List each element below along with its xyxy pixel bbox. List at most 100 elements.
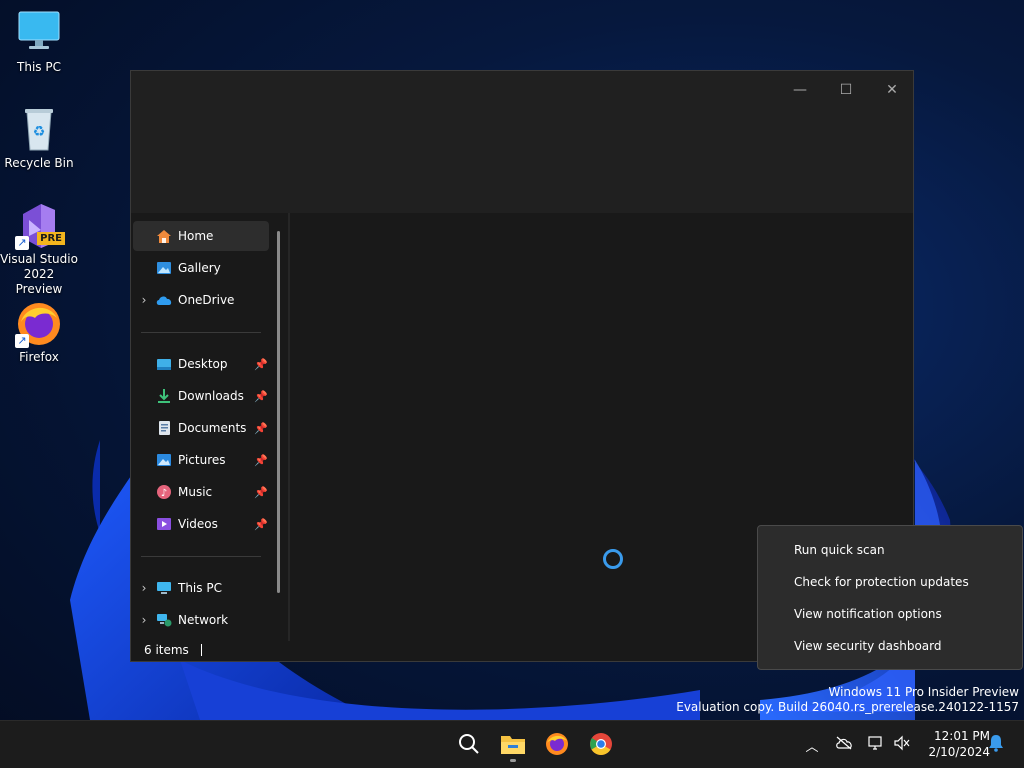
nav-item-label: Videos [178, 517, 218, 531]
downloads-icon [155, 388, 173, 404]
desktop-icon-label: Recycle Bin [4, 156, 74, 170]
pin-icon[interactable]: 📌 [253, 486, 269, 499]
onedrive-icon [155, 292, 173, 308]
gallery-icon [155, 260, 173, 276]
watermark-line-2: Evaluation copy. Build 26040.rs_prerelea… [676, 700, 1019, 714]
cloud-offline-icon [835, 736, 853, 754]
menu-item-check-updates[interactable]: Check for protection updates [758, 566, 1022, 598]
watermark-line-1: Windows 11 Pro Insider Preview [828, 685, 1019, 699]
menu-item-notification-options[interactable]: View notification options [758, 598, 1022, 630]
recycle-bin-icon: ♻ [15, 106, 63, 154]
nav-item-label: Gallery [178, 261, 221, 275]
nav-item-label: This PC [178, 581, 222, 595]
svg-text:♻: ♻ [33, 124, 46, 140]
pre-badge: PRE [37, 232, 65, 245]
visual-studio-icon: PRE ↗ [15, 202, 65, 250]
nav-scrollbar[interactable] [277, 231, 280, 593]
desktop-icon-firefox[interactable]: ↗ Firefox [0, 300, 78, 365]
clock-date: 2/10/2024 [928, 745, 990, 759]
tray-onedrive-button[interactable] [834, 733, 854, 757]
pane-divider[interactable] [288, 213, 290, 641]
music-icon: ♪ [155, 484, 173, 500]
evaluation-watermark: Windows 11 Pro Insider Preview Evaluatio… [676, 685, 1019, 715]
pictures-icon [155, 452, 173, 468]
nav-item-home[interactable]: Home [133, 221, 269, 251]
desktop-icon-label: Visual Studio 2022 Preview [0, 252, 78, 296]
nav-item-label: Network [178, 613, 229, 627]
menu-item-run-quick-scan[interactable]: Run quick scan [758, 534, 1022, 566]
tray-network-button[interactable] [866, 733, 886, 757]
taskbar-search-button[interactable] [449, 727, 489, 763]
notification-center-button[interactable] [986, 733, 1006, 757]
desktop-icon-label: This PC [17, 60, 61, 74]
nav-item-label: OneDrive [178, 293, 235, 307]
shortcut-arrow-icon: ↗ [15, 334, 29, 348]
nav-item-music[interactable]: ♪ Music 📌 [133, 477, 269, 507]
pin-icon[interactable]: 📌 [253, 390, 269, 403]
clock-time: 12:01 PM [934, 729, 990, 743]
nav-item-onedrive[interactable]: › OneDrive [133, 285, 269, 315]
chevron-right-icon[interactable]: › [133, 613, 155, 627]
nav-item-network[interactable]: › Network [133, 605, 269, 635]
documents-icon [155, 420, 173, 436]
pin-icon[interactable]: 📌 [253, 358, 269, 371]
navigation-pane: Home Gallery › OneDrive Desktop 📌 Downlo… [131, 213, 281, 633]
home-icon [155, 228, 173, 244]
taskbar: ︿ 12:01 PM 2/10/2024 [0, 720, 1024, 768]
nav-separator [141, 556, 261, 557]
nav-item-label: Downloads [178, 389, 244, 403]
nav-item-label: Documents [178, 421, 247, 435]
status-divider [200, 644, 202, 656]
desktop-icon-visual-studio[interactable]: PRE ↗ Visual Studio 2022 Preview [0, 202, 78, 297]
pin-icon[interactable]: 📌 [253, 518, 269, 531]
nav-item-documents[interactable]: Documents 📌 [133, 413, 269, 443]
chevron-right-icon[interactable]: › [133, 293, 155, 307]
taskbar-clock[interactable]: 12:01 PM 2/10/2024 [918, 728, 990, 760]
bell-icon [988, 734, 1004, 756]
desktop-icon-this-pc[interactable]: This PC [0, 10, 78, 75]
item-count: 6 items [144, 643, 189, 657]
taskbar-file-explorer-button[interactable] [493, 727, 533, 763]
pin-icon[interactable]: 📌 [253, 422, 269, 435]
nav-item-gallery[interactable]: Gallery [133, 253, 269, 283]
security-context-menu: Run quick scan Check for protection upda… [757, 525, 1023, 670]
explorer-titlebar: — ☐ ✕ [131, 71, 913, 213]
pin-icon[interactable]: 📌 [253, 454, 269, 467]
loading-spinner-icon [603, 549, 623, 569]
running-indicator [510, 759, 516, 762]
taskbar-chrome-button[interactable] [581, 727, 621, 763]
videos-icon [155, 516, 173, 532]
nav-item-desktop[interactable]: Desktop 📌 [133, 349, 269, 379]
nav-item-label: Desktop [178, 357, 228, 371]
nav-item-label: Home [178, 229, 214, 243]
network-status-icon [867, 735, 885, 755]
nav-separator [141, 332, 261, 333]
search-icon [458, 733, 480, 758]
desktop-folder-icon [155, 356, 173, 372]
show-hidden-icons-button[interactable]: ︿ [802, 733, 822, 757]
desktop-icon-recycle-bin[interactable]: ♻ Recycle Bin [0, 106, 78, 171]
nav-item-downloads[interactable]: Downloads 📌 [133, 381, 269, 411]
firefox-icon: ↗ [15, 300, 63, 348]
file-explorer-icon [500, 733, 526, 758]
desktop-icon-label: Firefox [19, 350, 59, 364]
menu-item-security-dashboard[interactable]: View security dashboard [758, 630, 1022, 662]
chrome-icon [589, 732, 613, 759]
nav-item-pictures[interactable]: Pictures 📌 [133, 445, 269, 475]
nav-item-label: Music [178, 485, 213, 499]
nav-item-videos[interactable]: Videos 📌 [133, 509, 269, 539]
minimize-button[interactable]: — [777, 75, 823, 105]
close-button[interactable]: ✕ [869, 75, 915, 105]
tray-volume-button[interactable] [892, 733, 912, 757]
taskbar-firefox-button[interactable] [537, 727, 577, 763]
nav-item-label: Pictures [178, 453, 226, 467]
firefox-icon [545, 732, 569, 759]
shortcut-arrow-icon: ↗ [15, 236, 29, 250]
chevron-right-icon[interactable]: › [133, 581, 155, 595]
monitor-icon [15, 10, 63, 58]
chevron-up-icon: ︿ [805, 739, 819, 755]
nav-item-this-pc[interactable]: › This PC [133, 573, 269, 603]
maximize-button[interactable]: ☐ [823, 75, 869, 105]
volume-muted-icon [893, 735, 911, 755]
network-icon [155, 612, 173, 628]
